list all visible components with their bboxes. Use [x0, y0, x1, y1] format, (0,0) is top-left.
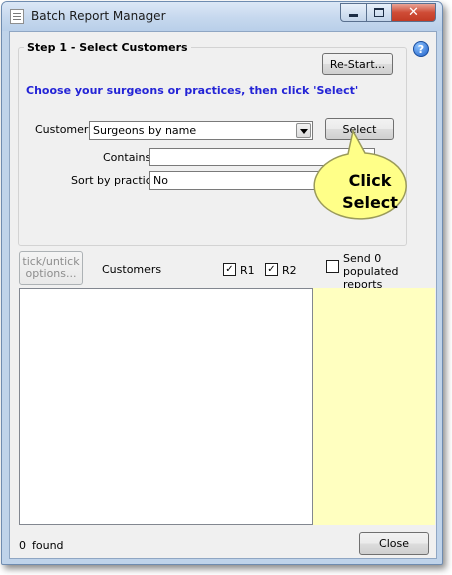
dialog-client-area: Step 1 - Select Customers ? Re-Start... … [9, 31, 437, 559]
window-title: Batch Report Manager [31, 9, 166, 23]
report-panel [313, 288, 435, 525]
r2-label: R2 [282, 264, 297, 277]
r1-label: R1 [240, 264, 255, 277]
send-zero-populated-label: Send 0 populated reports [343, 252, 399, 291]
send-zero-populated-checkbox[interactable] [326, 260, 339, 273]
minimize-icon [349, 14, 358, 17]
close-window-button[interactable]: ✕ [391, 3, 436, 22]
help-icon[interactable]: ? [413, 41, 429, 57]
tick-untick-label: tick/untick options... [22, 255, 80, 280]
title-bar[interactable]: Batch Report Manager ✕ [2, 2, 442, 31]
customers-label: Customers [35, 123, 95, 136]
customers-dropdown[interactable]: Surgeons by name [89, 121, 313, 140]
contains-label: Contains [103, 151, 152, 164]
customers-list[interactable] [19, 288, 313, 525]
list-customers-label: Customers [102, 263, 162, 276]
document-icon [10, 9, 24, 24]
r2-checkbox[interactable]: ✓ [265, 263, 278, 276]
tick-untick-options-button[interactable]: tick/untick options... [19, 251, 83, 285]
instruction-text: Choose your surgeons or practices, then … [26, 84, 359, 97]
batch-report-manager-window: Batch Report Manager ✕ Step 1 - Select C… [1, 1, 443, 565]
r1-checkbox[interactable]: ✓ [223, 263, 236, 276]
close-button[interactable]: Close [359, 532, 429, 555]
found-count: 0 [19, 539, 26, 552]
callout-text: Click Select [342, 171, 398, 212]
close-icon: ✕ [408, 5, 419, 20]
found-label: found [32, 539, 64, 552]
sort-by-practice-value: No [153, 174, 168, 187]
maximize-icon [374, 8, 384, 17]
step1-title: Step 1 - Select Customers [24, 41, 191, 54]
restart-button[interactable]: Re-Start... [322, 53, 393, 75]
click-select-callout: Click Select [308, 126, 433, 221]
maximize-button[interactable] [366, 3, 392, 22]
customers-dropdown-value: Surgeons by name [93, 124, 197, 137]
sort-by-practice-label: Sort by practice [71, 174, 159, 187]
minimize-button[interactable] [340, 3, 367, 22]
